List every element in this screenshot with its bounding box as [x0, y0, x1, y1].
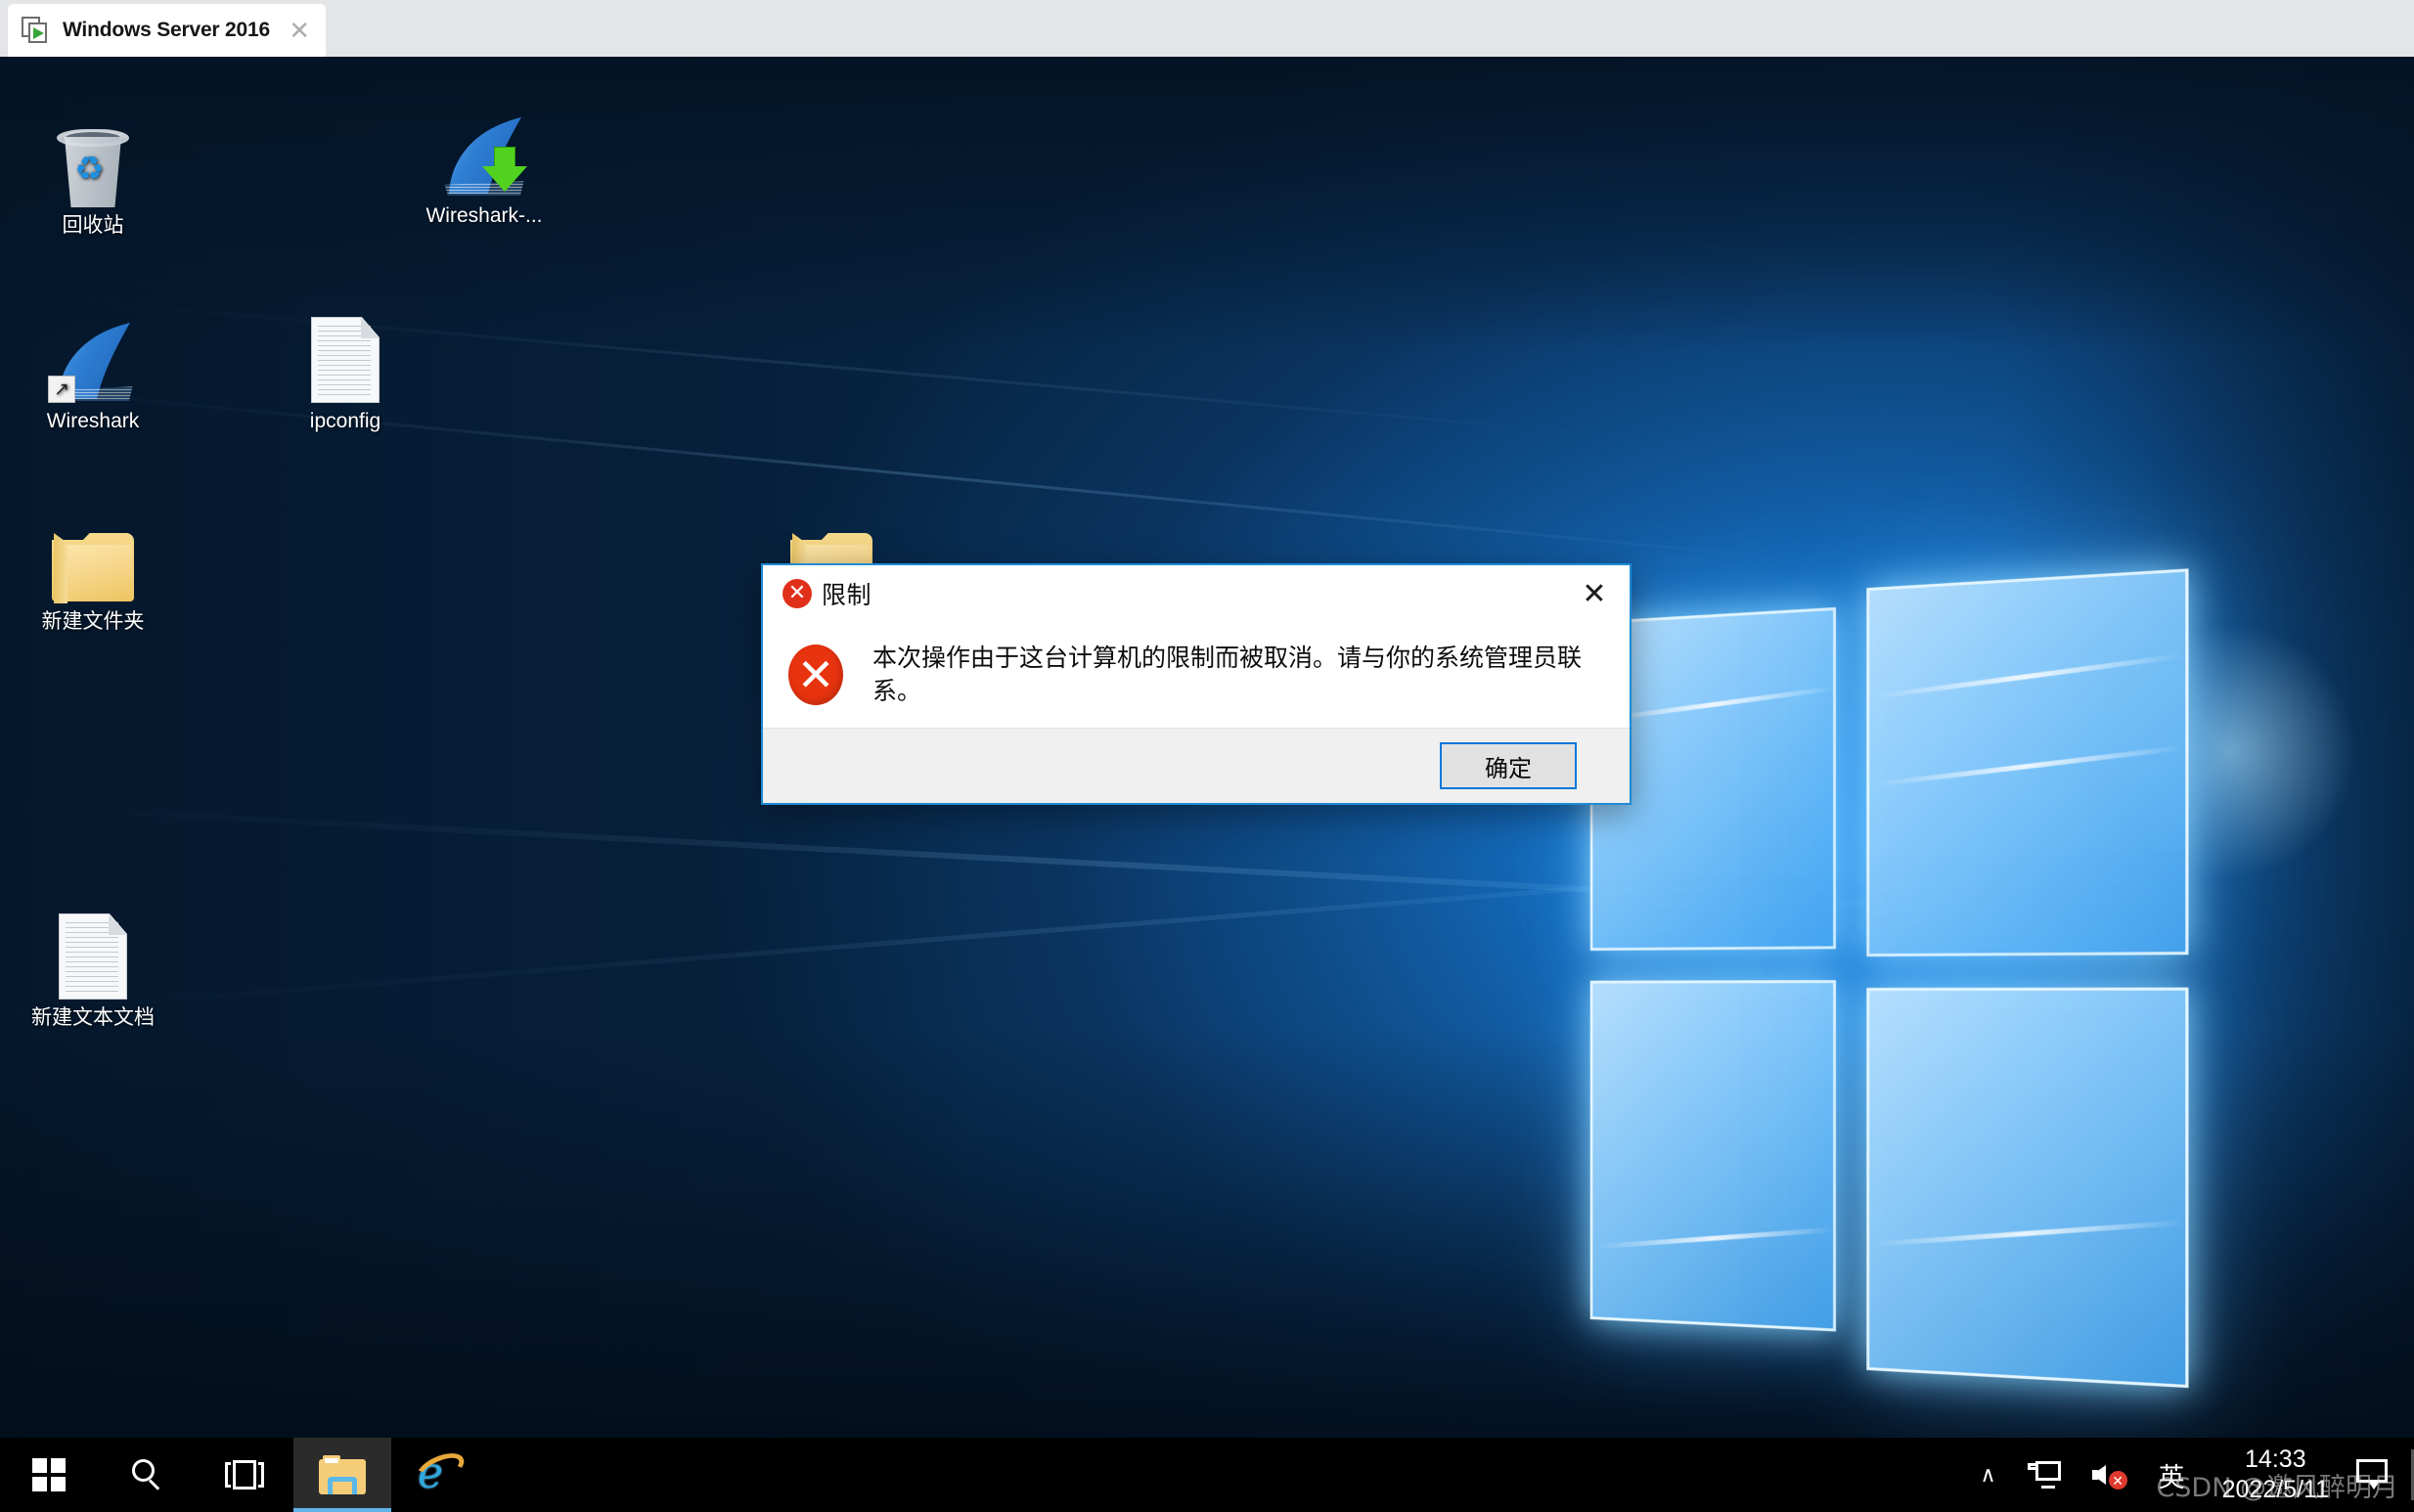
- desktop-icon-label: 新建文本文档: [31, 1006, 155, 1029]
- ime-language-icon: 英: [2158, 1462, 2185, 1493]
- clock[interactable]: 14:33 2022/5/11: [2201, 1445, 2343, 1505]
- task-view-icon: [225, 1460, 264, 1490]
- close-icon[interactable]: ✕: [287, 18, 312, 43]
- desktop-icon-wireshark-installer[interactable]: Wireshark-...: [401, 96, 567, 229]
- folder-icon: [10, 502, 176, 603]
- network-icon: [2027, 1461, 2061, 1489]
- desktop-icon-label: ipconfig: [309, 410, 381, 432]
- start-button[interactable]: [0, 1438, 98, 1512]
- desktop-icon-wireshark[interactable]: ↗ Wireshark: [10, 301, 176, 434]
- windows-logo-wallpaper: [1589, 568, 2210, 1405]
- volume-button[interactable]: ✕: [2077, 1438, 2143, 1512]
- internet-explorer-icon: e: [411, 1446, 469, 1497]
- task-view-button[interactable]: [196, 1438, 293, 1512]
- dialog-title-bar[interactable]: ✕ 限制 ✕: [763, 565, 1630, 622]
- screen: Windows Server 2016 ✕ ♻ 回收站 Wireshark-..…: [0, 0, 2414, 1512]
- error-circle-icon: ✕: [782, 579, 812, 608]
- ime-indicator[interactable]: 英: [2143, 1438, 2201, 1512]
- desktop-icon-new-folder-1[interactable]: 新建文件夹: [10, 502, 176, 635]
- wireshark-installer-icon: [401, 96, 567, 198]
- error-circle-large-icon: ✕: [788, 645, 843, 705]
- text-file-icon: [10, 898, 176, 1000]
- search-button[interactable]: [98, 1438, 196, 1512]
- close-icon[interactable]: ✕: [1559, 565, 1630, 622]
- text-file-icon: [262, 301, 428, 403]
- taskbar[interactable]: e ∧ ✕ 英 14:33 2022/5/11: [0, 1438, 2414, 1512]
- desktop-icon-recycle-bin[interactable]: ♻ 回收站: [10, 106, 176, 239]
- recycle-bin-icon: ♻: [10, 106, 176, 207]
- vm-tab-label: Windows Server 2016: [63, 19, 270, 41]
- dialog-title: 限制: [822, 581, 872, 609]
- vm-tab-strip: Windows Server 2016 ✕: [0, 0, 2414, 57]
- network-button[interactable]: [2012, 1438, 2077, 1512]
- system-tray: ∧ ✕ 英 14:33 2022/5/11: [1965, 1438, 2414, 1512]
- restriction-dialog[interactable]: ✕ 限制 ✕ ✕ 本次操作由于这台计算机的限制而被取消。请与你的系统管理员联系。…: [761, 563, 1632, 805]
- desktop-icon-label: 新建文件夹: [41, 610, 145, 633]
- show-hidden-icons-button[interactable]: ∧: [1965, 1438, 2012, 1512]
- ok-button[interactable]: 确定: [1440, 742, 1577, 789]
- windows-logo-icon: [32, 1458, 66, 1491]
- desktop-icon-ipconfig[interactable]: ipconfig: [262, 301, 428, 434]
- dialog-message: 本次操作由于这台计算机的限制而被取消。请与你的系统管理员联系。: [872, 644, 1583, 705]
- clock-time: 14:33: [2245, 1445, 2306, 1473]
- desktop-icon-label: Wireshark: [46, 410, 140, 432]
- desktop-icon-label: 回收站: [62, 214, 124, 237]
- clock-date: 2022/5/11: [2221, 1476, 2329, 1503]
- desktop-icon-label: Wireshark-...: [425, 204, 543, 227]
- vm-tab-windows-server-2016[interactable]: Windows Server 2016 ✕: [8, 4, 326, 57]
- volume-muted-icon: ✕: [2091, 1460, 2127, 1490]
- dialog-footer: 确定: [763, 728, 1630, 803]
- dialog-body: ✕ 本次操作由于这台计算机的限制而被取消。请与你的系统管理员联系。: [763, 622, 1630, 728]
- shortcut-arrow-icon: ↗: [48, 376, 75, 403]
- action-center-button[interactable]: [2356, 1459, 2390, 1490]
- search-icon: [130, 1458, 163, 1491]
- desktop-icon-new-text-document[interactable]: 新建文本文档: [10, 898, 176, 1031]
- chevron-up-icon: ∧: [1980, 1462, 1996, 1487]
- vm-running-icon: [22, 17, 51, 44]
- taskbar-app-file-explorer[interactable]: [293, 1438, 391, 1512]
- file-explorer-icon: [319, 1455, 366, 1494]
- wireshark-icon: ↗: [10, 301, 176, 403]
- download-arrow-icon: [482, 147, 527, 194]
- taskbar-app-internet-explorer[interactable]: e: [391, 1438, 489, 1512]
